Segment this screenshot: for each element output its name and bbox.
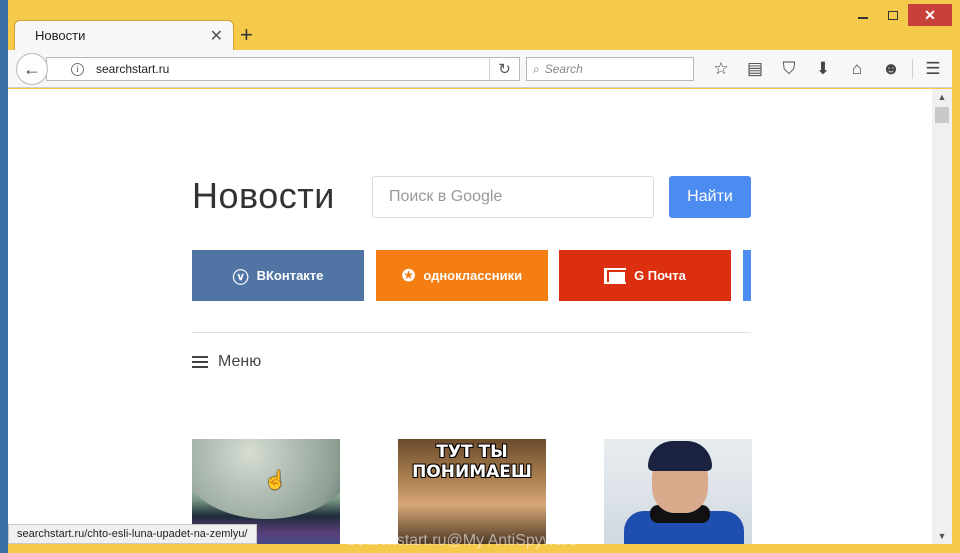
smiley-icon[interactable]: ☻ (874, 58, 908, 80)
menu-toggle[interactable]: Меню (192, 353, 261, 371)
tile-gmail[interactable]: G Почта (559, 250, 731, 301)
hamburger-icon (192, 356, 208, 368)
search-icon: ⌕ (533, 61, 540, 76)
download-icon[interactable]: ⬇ (806, 58, 840, 80)
window-controls: ✕ (848, 4, 952, 26)
find-button[interactable]: Найти (669, 176, 751, 218)
close-icon: ✕ (924, 6, 936, 23)
news-image-person[interactable] (604, 439, 752, 544)
toolbar-icons: ☆ ▤ ⛉ ⬇ ⌂ ☻ ☰ (704, 58, 950, 80)
maximize-icon (888, 10, 898, 20)
site-logo[interactable]: Новости (192, 175, 335, 217)
search-placeholder: Search (544, 62, 583, 76)
maximize-button[interactable] (878, 4, 908, 26)
search-input[interactable]: ⌕ Search (526, 57, 694, 81)
reload-icon[interactable]: ↻ (489, 58, 519, 80)
news-image-meme[interactable]: ТУТ ТЫ ПОНИМАЕШ (398, 439, 546, 544)
ok-icon: ✪ (401, 267, 416, 285)
watermark: Searchstart.ru@My AntiSpyware (346, 532, 578, 549)
tab-close-icon[interactable]: ✕ (210, 26, 223, 46)
tab-title: Новости (35, 28, 86, 43)
scroll-up-icon[interactable]: ▲ (932, 89, 952, 105)
back-arrow-icon: ← (23, 58, 41, 79)
hand-cursor-icon: ☝ (264, 470, 287, 490)
tile-label: одноклассники (423, 268, 523, 283)
status-bar: searchstart.ru/chto-esli-luna-upadet-na-… (8, 524, 257, 544)
toolbar-separator (908, 58, 916, 80)
url-bar[interactable]: i searchstart.ru ↻ (46, 57, 520, 81)
close-window-button[interactable]: ✕ (908, 4, 952, 26)
gmail-icon (604, 267, 628, 284)
info-icon[interactable]: i (71, 62, 84, 76)
tile-vkontakte[interactable]: ⓥ ВКонтакте (192, 250, 364, 301)
scrollbar-thumb[interactable] (935, 107, 949, 123)
window-frame: ✕ Новости ✕ + i searchstart.ru ↻ ← ⌕ Sea… (0, 0, 960, 553)
minimize-button[interactable] (848, 4, 878, 26)
scroll-down-icon[interactable]: ▼ (932, 528, 952, 544)
menu-label: Меню (218, 353, 262, 370)
meme-caption: ТУТ ТЫ ПОНИМАЕШ (412, 442, 532, 482)
person-hat (648, 441, 712, 471)
url-text[interactable]: searchstart.ru (96, 62, 489, 76)
page-content: Новости Поиск в Google Найти ⓥ ВКонтакте… (8, 89, 932, 544)
vk-icon: ⓥ (232, 269, 249, 287)
google-search-input[interactable]: Поиск в Google (372, 176, 654, 218)
status-link: searchstart.ru/chto-esli-luna-upadet-na-… (17, 528, 248, 540)
back-button[interactable]: ← (16, 53, 48, 85)
minimize-icon (858, 17, 868, 19)
navigation-toolbar: i searchstart.ru ↻ ← ⌕ Search ☆ ▤ ⛉ ⬇ ⌂ … (8, 50, 952, 88)
tile-odnoklassniki[interactable]: ✪ одноклассники (376, 250, 548, 301)
home-icon[interactable]: ⌂ (840, 58, 874, 80)
desktop-background-strip (0, 0, 8, 553)
menu-icon[interactable]: ☰ (916, 58, 950, 80)
tile-next-partial[interactable] (743, 250, 751, 301)
reading-list-icon[interactable]: ▤ (738, 58, 772, 80)
star-icon[interactable]: ☆ (704, 58, 738, 80)
vertical-scrollbar[interactable]: ▲ ▼ (932, 89, 952, 544)
pocket-icon[interactable]: ⛉ (772, 58, 806, 80)
new-tab-button[interactable]: + (240, 24, 253, 46)
tile-label: G Почта (634, 268, 686, 283)
tab-news[interactable]: Новости ✕ (14, 20, 234, 50)
divider (192, 332, 751, 333)
tile-label: ВКонтакте (256, 268, 324, 283)
